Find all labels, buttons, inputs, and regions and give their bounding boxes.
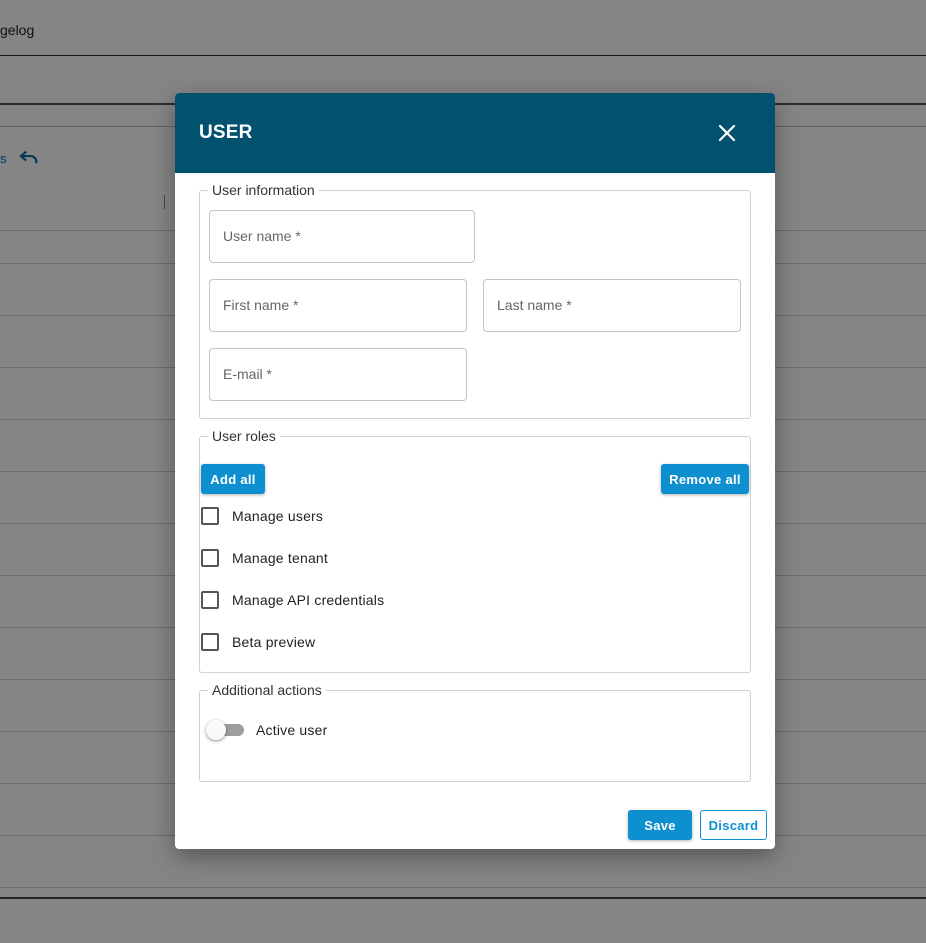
email-field[interactable]: E-mail * <box>209 348 467 401</box>
add-all-button[interactable]: Add all <box>201 464 265 494</box>
role-label: Manage users <box>232 508 324 524</box>
email-label: E-mail * <box>223 366 273 382</box>
role-label: Manage tenant <box>232 550 329 566</box>
dialog-title: USER <box>199 122 253 143</box>
checkbox[interactable] <box>201 507 219 525</box>
user-dialog: USER User information User name * First … <box>175 93 775 849</box>
active-user-label: Active user <box>256 722 328 738</box>
close-button[interactable] <box>712 118 742 148</box>
toggle-thumb <box>206 720 226 740</box>
active-user-row: Active user <box>206 720 327 740</box>
first-name-label: First name * <box>223 297 299 313</box>
user-information-legend: User information <box>212 182 315 198</box>
close-icon <box>718 124 736 142</box>
role-checkbox-manage-users[interactable]: Manage users <box>201 506 323 526</box>
active-user-toggle[interactable] <box>206 720 244 740</box>
remove-all-button[interactable]: Remove all <box>661 464 749 494</box>
discard-button[interactable]: Discard <box>700 810 767 840</box>
user-roles-legend: User roles <box>212 428 276 444</box>
role-checkbox-manage-api-credentials[interactable]: Manage API credentials <box>201 590 384 610</box>
checkbox[interactable] <box>201 591 219 609</box>
first-name-field[interactable]: First name * <box>209 279 467 332</box>
additional-actions-legend: Additional actions <box>212 682 322 698</box>
role-checkbox-manage-tenant[interactable]: Manage tenant <box>201 548 328 568</box>
checkbox[interactable] <box>201 633 219 651</box>
user-name-field[interactable]: User name * <box>209 210 475 263</box>
role-checkbox-beta-preview[interactable]: Beta preview <box>201 632 315 652</box>
save-button[interactable]: Save <box>628 810 692 840</box>
checkbox[interactable] <box>201 549 219 567</box>
last-name-field[interactable]: Last name * <box>483 279 741 332</box>
role-label: Beta preview <box>232 634 316 650</box>
role-label: Manage API credentials <box>232 592 385 608</box>
last-name-label: Last name * <box>497 297 572 313</box>
user-name-label: User name * <box>223 228 301 244</box>
dialog-header: USER <box>175 93 775 173</box>
